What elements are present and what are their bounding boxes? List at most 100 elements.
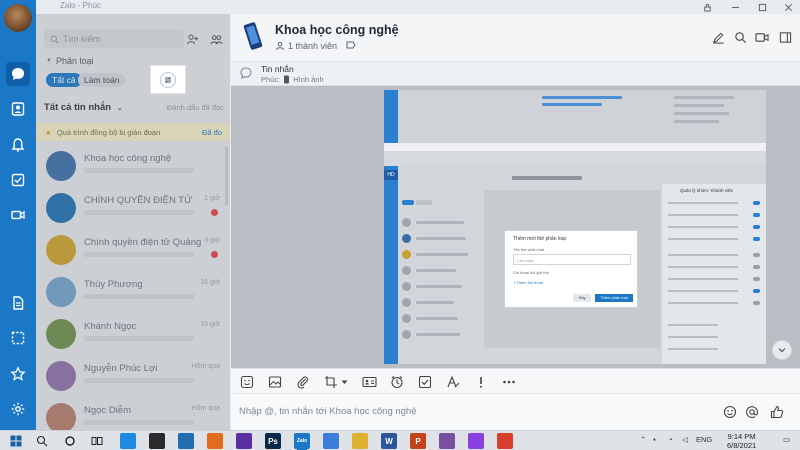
chat-bubble-icon[interactable] — [6, 62, 30, 86]
scroll-down-button[interactable] — [772, 340, 792, 360]
more-icon[interactable] — [501, 374, 517, 390]
list-item[interactable]: Thùy Phương 16 giờ — [36, 271, 230, 313]
chrome-edge-app-icon[interactable] — [120, 433, 136, 449]
network-icon[interactable]: ▪ — [653, 435, 656, 444]
contact-card-icon[interactable] — [361, 374, 377, 390]
sidebar-toggle-icon[interactable] — [776, 28, 794, 46]
messenger-app-icon[interactable] — [468, 433, 484, 449]
chip-all[interactable]: Tất cả — [46, 73, 82, 87]
maximize-icon[interactable] — [751, 0, 773, 14]
mail-app-icon[interactable] — [178, 433, 194, 449]
shared-image[interactable]: HD Thêm mới thẻ phân loại Tên thẻ phân l… — [384, 90, 766, 364]
volume-icon[interactable]: ◁ — [682, 435, 688, 444]
photoshop-app-icon[interactable]: Ps — [265, 433, 281, 449]
conversation-time: Hôm qua — [191, 363, 220, 370]
conversation-name: Chính quyền điện tử Quảng — [84, 237, 202, 248]
embedded-panel-title: Quản lý nhóm: Khánh viên — [680, 188, 734, 193]
search-input[interactable]: Tìm kiếm — [44, 30, 184, 48]
photos-app-icon[interactable] — [323, 433, 339, 449]
screenshot-icon[interactable] — [323, 374, 339, 390]
list-item[interactable]: CHÍNH QUYỀN ĐIỆN TỬ 1 giờ — [36, 187, 230, 229]
attachment-icon[interactable] — [295, 374, 311, 390]
list-scrollbar[interactable] — [225, 146, 228, 206]
lock-icon[interactable] — [696, 0, 718, 14]
word-app-icon[interactable]: W — [381, 433, 397, 449]
chip-lam-toan[interactable]: Làm toán — [78, 73, 126, 87]
important-icon[interactable] — [473, 374, 489, 390]
text-format-icon[interactable] — [445, 374, 461, 390]
chevron-down-icon — [778, 348, 786, 353]
tag-icon[interactable] — [346, 41, 356, 51]
all-messages-dropdown[interactable]: Tất cả tin nhắn ⌄ — [44, 102, 123, 113]
windows-start-icon[interactable] — [8, 433, 24, 449]
title-bar: Zalo - Phúc — [0, 0, 800, 14]
minimize-icon[interactable] — [724, 0, 746, 14]
checkbox-icon[interactable] — [6, 168, 30, 192]
pinned-message-bar[interactable]: Tin nhắn Phúc: Hình ảnh — [231, 62, 800, 86]
close-icon[interactable] — [777, 0, 799, 14]
app-label: Ps — [268, 436, 278, 446]
store-app-icon[interactable] — [149, 433, 165, 449]
embedded-dialog: Thêm mới thẻ phân loại Tên thẻ phân loại… — [504, 230, 638, 308]
category-filter-button[interactable] — [150, 65, 186, 94]
nav-sidebar — [0, 0, 36, 430]
caret-down-icon[interactable] — [339, 374, 349, 390]
conversation-preview — [84, 336, 194, 341]
cortana-icon[interactable] — [62, 433, 78, 449]
conversation-name: Khoa học công nghệ — [84, 153, 172, 164]
sticker-icon[interactable] — [239, 374, 255, 390]
search-icon[interactable] — [731, 28, 749, 46]
category-section[interactable]: ▼ Phân loại — [46, 56, 93, 66]
task-icon[interactable] — [417, 374, 433, 390]
list-item[interactable]: Khoa học công nghệ — [36, 145, 230, 187]
bell-icon[interactable] — [6, 133, 30, 157]
member-icon — [276, 41, 284, 51]
video-icon[interactable] — [6, 203, 30, 227]
task-view-icon[interactable] — [89, 433, 105, 449]
mark-read-link[interactable]: Đánh dấu đã đọc — [167, 103, 224, 112]
gear-icon[interactable] — [6, 397, 30, 421]
snip-app-icon[interactable] — [439, 433, 455, 449]
video-call-icon[interactable] — [753, 28, 771, 46]
conversation-time: 16 giờ — [200, 321, 220, 328]
contacts-icon[interactable] — [6, 97, 30, 121]
input-language[interactable]: ENG — [696, 435, 712, 444]
add-friend-icon[interactable] — [183, 30, 201, 48]
screenshot-icon[interactable] — [6, 326, 30, 350]
image-icon[interactable] — [267, 374, 283, 390]
like-icon[interactable] — [769, 404, 785, 420]
edit-icon[interactable] — [709, 28, 727, 46]
paint-app-icon[interactable] — [236, 433, 252, 449]
sync-action-link[interactable]: Đã đo — [202, 128, 222, 137]
message-icon — [240, 67, 252, 80]
conversation-time: 16 giờ — [200, 279, 220, 286]
firefox-app-icon[interactable] — [207, 433, 223, 449]
avatar[interactable] — [4, 4, 32, 32]
list-item[interactable]: Khánh Ngọc 16 giờ — [36, 313, 230, 355]
powerpoint-app-icon[interactable]: P — [410, 433, 426, 449]
group-avatar[interactable] — [243, 22, 263, 50]
notification-center-icon[interactable]: ▭ — [783, 435, 790, 444]
document-icon[interactable] — [6, 291, 30, 315]
emoji-icon[interactable] — [722, 404, 738, 420]
app-label: P — [415, 436, 421, 446]
wifi-icon[interactable]: ◔ — [668, 435, 673, 444]
chrome-app-icon[interactable] — [497, 433, 513, 449]
system-clock[interactable]: 9:14 PM 6/8/2021 — [727, 432, 756, 450]
list-item[interactable]: Ngọc Diễm Hôm qua — [36, 397, 230, 430]
search-icon[interactable] — [34, 433, 50, 449]
list-item[interactable]: Chính quyền điện tử Quảng 3 giờ — [36, 229, 230, 271]
search-placeholder: Tìm kiếm — [63, 34, 100, 44]
embedded-cancel: Hủy — [573, 294, 591, 302]
zalo-app-icon[interactable]: Zalo — [294, 433, 310, 450]
member-count[interactable]: 1 thành viên — [275, 41, 356, 51]
star-icon[interactable] — [6, 362, 30, 386]
list-item[interactable]: Nguyễn Phúc Lợi Hôm qua — [36, 355, 230, 397]
folder-app-icon[interactable] — [352, 433, 368, 449]
mention-icon[interactable] — [744, 404, 760, 420]
message-input[interactable]: Nhập @, tin nhắn tới Khoa học công nghệ — [231, 394, 800, 430]
tray-chevron-icon[interactable]: ⌃ — [640, 435, 646, 444]
create-group-icon[interactable] — [207, 30, 225, 48]
sync-text: Quá trình đồng bộ bị gián đoạn — [56, 127, 161, 137]
reminder-icon[interactable] — [389, 374, 405, 390]
